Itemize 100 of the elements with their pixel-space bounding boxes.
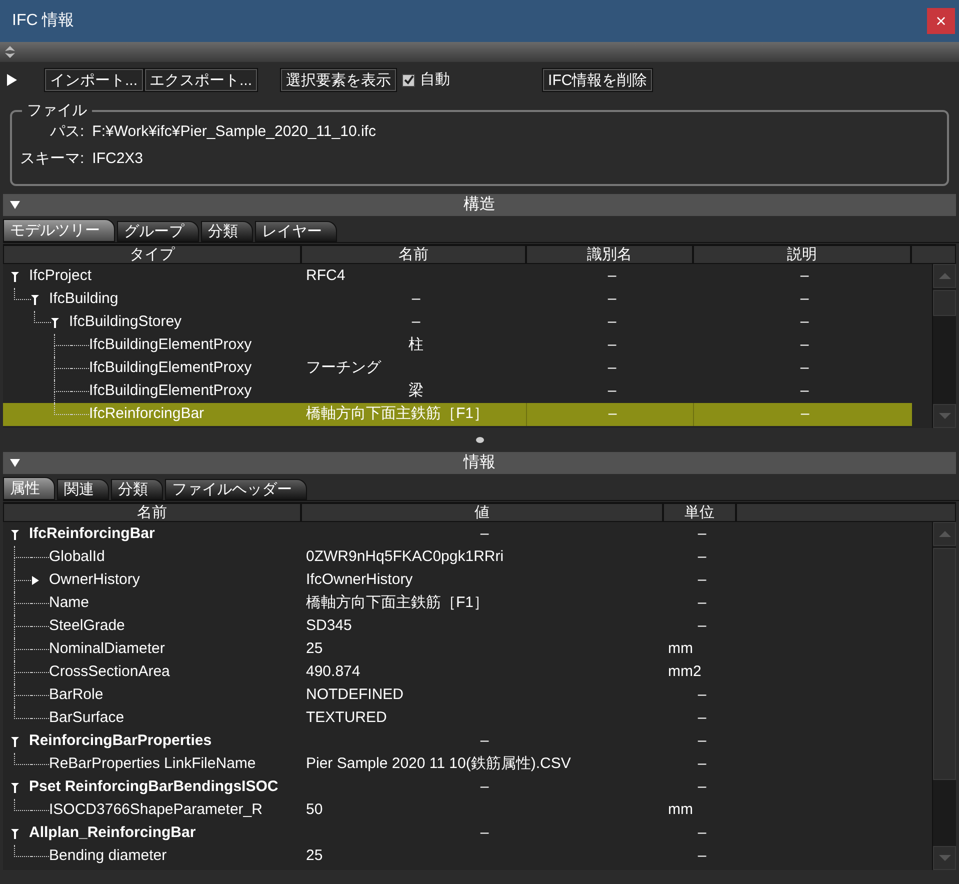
tree-row[interactable]: IfcBuilding – – – — [3, 288, 912, 311]
scroll-thumb[interactable] — [933, 548, 956, 780]
table-cell-text: SD345 — [306, 616, 352, 636]
table-cell-text: – — [800, 404, 810, 424]
field-label: パス: — [49, 122, 84, 142]
down-arrow-icon — [938, 412, 950, 420]
play-icon — [6, 73, 18, 87]
table-cell-text: RFC4 — [306, 266, 346, 286]
check-icon — [404, 75, 414, 85]
table-cell-text: – — [608, 358, 616, 378]
scroll-up-button[interactable] — [933, 264, 956, 288]
table-cell-text: – — [698, 685, 706, 706]
table-cell-text: – — [698, 547, 706, 568]
auto-checkbox[interactable] — [402, 74, 416, 86]
tree-row[interactable]: IfcBuildingElementProxy フーチング – – — [3, 357, 912, 380]
scroll-down-button[interactable] — [933, 404, 956, 428]
table-cell-text: – — [608, 404, 617, 424]
tree-label: ISOCD3766ShapeParameter_R — [49, 800, 262, 820]
table-cell-text: – — [698, 846, 706, 866]
toolbar-button[interactable]: エクスポート... — [144, 68, 258, 92]
field-label: スキーマ: — [20, 149, 84, 169]
table-cell-text: – — [698, 616, 706, 636]
table-cell-text: mm — [668, 800, 693, 820]
tab[interactable]: 属性 — [3, 477, 55, 500]
table-cell-text: – — [608, 335, 616, 356]
table-cell-text: – — [608, 312, 616, 332]
table-cell-text: – — [698, 593, 706, 614]
tree-row[interactable]: IfcProject RFC4 – – — [3, 265, 912, 288]
tree-label: BarSurface — [49, 708, 124, 728]
table-cell-text: – — [608, 266, 616, 286]
table-cell-text: – — [698, 777, 706, 798]
collapse-icon — [9, 457, 21, 469]
up-arrow-icon — [938, 530, 950, 538]
table-cell-text: – — [698, 754, 706, 774]
table-cell-text: – — [480, 731, 489, 752]
close-button[interactable]: × — [927, 8, 955, 34]
tree-label: IfcBuildingElementProxy — [89, 381, 252, 402]
table-cell-text: – — [800, 381, 809, 402]
table-cell-text: – — [800, 358, 809, 378]
tree-label: IfcBuildingElementProxy — [89, 335, 252, 356]
down-arrow-icon — [938, 854, 950, 862]
table-cell-text: 25 — [306, 846, 323, 866]
collapse-icon — [9, 199, 21, 211]
section-header[interactable]: 構造 — [3, 194, 956, 216]
column-header[interactable]: 名前 — [301, 245, 526, 264]
tree-label: IfcProject — [29, 266, 92, 286]
table-cell-text: Pier Sample 2020 11 10(鉄筋属性).CSV — [306, 754, 571, 774]
tab[interactable]: 分類 — [201, 221, 253, 242]
table-cell-text: 0ZWR9nHq5FKAC0pgk1RRri — [306, 547, 504, 568]
collapse-arrow-icon — [11, 270, 19, 282]
tree-label: ReBarProperties LinkFileName — [49, 754, 256, 774]
collapse-arrow-icon — [11, 782, 19, 794]
table-cell-text: – — [698, 524, 706, 544]
delete-ifc-button[interactable]: IFC情報を削除 — [542, 68, 654, 92]
up-arrow-icon — [938, 272, 950, 280]
scroll-down-button[interactable] — [933, 846, 956, 870]
tree-label: BarRole — [49, 685, 104, 706]
file-group-title: ファイル — [26, 101, 88, 121]
show-selection-button[interactable]: 選択要素を表示 — [280, 68, 398, 92]
splitter-grip-icon — [476, 437, 484, 443]
scroll-thumb[interactable] — [933, 290, 956, 316]
column-header[interactable]: 値 — [301, 503, 663, 522]
tab[interactable]: 分類 — [111, 479, 163, 500]
scrollbar[interactable] — [932, 264, 956, 428]
tree-label: IfcReinforcingBar — [89, 404, 204, 424]
table-cell-text: mm2 — [668, 662, 702, 682]
column-header[interactable]: 名前 — [3, 503, 301, 522]
tab[interactable]: グループ — [117, 221, 199, 242]
table-cell-text: 25 — [306, 639, 323, 660]
tab[interactable]: 関連 — [57, 479, 109, 500]
table-cell-text: – — [800, 335, 809, 356]
table-cell-text: 橋軸方向下面主鉄筋［F1］ — [306, 404, 489, 424]
tab[interactable]: レイヤー — [255, 221, 337, 242]
tree-label: IfcBuildingElementProxy — [89, 358, 252, 378]
toolbar-button[interactable]: インポート... — [44, 68, 144, 92]
table-cell-text: – — [608, 381, 616, 402]
tree-label: OwnerHistory — [49, 570, 140, 590]
table-cell-text: – — [800, 312, 809, 332]
tree-label: Allplan_ReinforcingBar — [29, 823, 196, 844]
table-cell-text: NOTDEFINED — [306, 685, 404, 706]
column-header[interactable]: 説明 — [693, 245, 911, 264]
scroll-up-button[interactable] — [933, 522, 956, 546]
field-value: IFC2X3 — [92, 149, 144, 169]
table-cell-text: – — [480, 823, 489, 844]
table-cell-text: 橋軸方向下面主鉄筋［F1］ — [306, 593, 489, 614]
scrollbar[interactable] — [932, 522, 956, 870]
table-cell-text: TEXTURED — [306, 708, 387, 728]
column-header[interactable]: タイプ — [3, 245, 301, 264]
auto-label: 自動 — [420, 70, 450, 90]
section-header[interactable]: 情報 — [3, 452, 956, 474]
tree-label: NominalDiameter — [49, 639, 165, 660]
table-cell-text: – — [412, 289, 420, 310]
tree-row[interactable]: IfcBuildingElementProxy 柱 – – — [3, 334, 912, 357]
window-title: IFC 情報 — [12, 10, 74, 31]
tree-row[interactable]: IfcBuildingStorey – – – — [3, 311, 912, 334]
tab[interactable]: モデルツリー — [3, 219, 115, 242]
tab[interactable]: ファイルヘッダー — [165, 479, 307, 500]
column-header[interactable]: 識別名 — [526, 245, 693, 264]
column-header[interactable]: 単位 — [663, 503, 736, 522]
tree-label: IfcReinforcingBar — [29, 524, 155, 544]
